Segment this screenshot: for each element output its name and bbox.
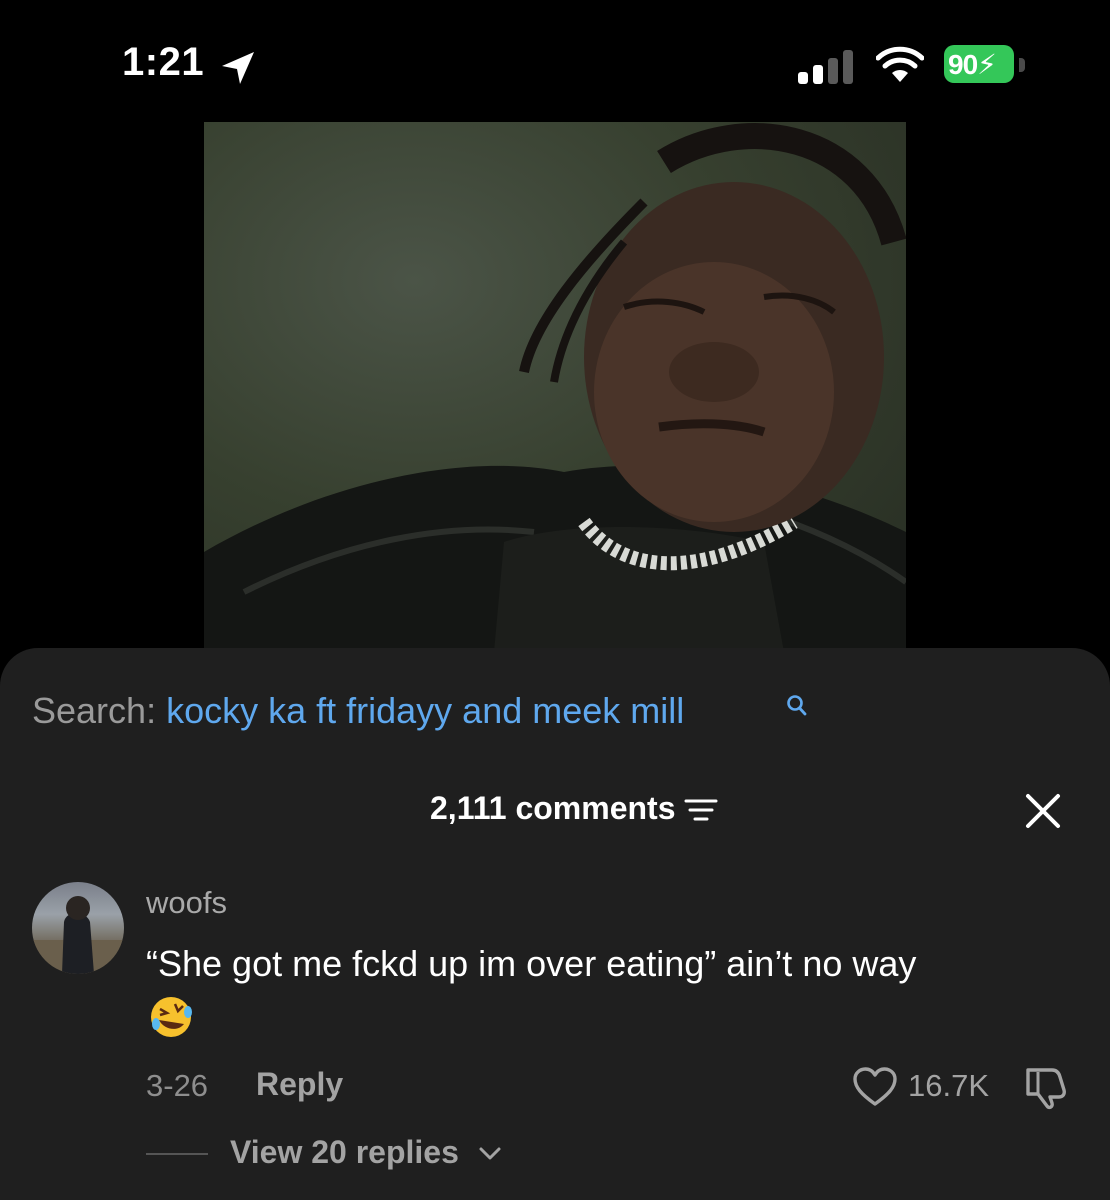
heart-icon[interactable] xyxy=(852,1066,898,1108)
emoji-face xyxy=(151,997,192,1037)
reply-button[interactable]: Reply xyxy=(256,1066,343,1103)
close-icon[interactable] xyxy=(1024,792,1062,830)
comment-text: “She got me fckd up im over eating” ain’… xyxy=(146,943,917,984)
location-arrow-icon xyxy=(222,52,254,84)
battery-indicator: 90⚡ xyxy=(944,45,1018,83)
search-suggestion[interactable]: Search: kocky ka ft fridayy and meek mil… xyxy=(32,690,684,732)
comment-username[interactable]: woofs xyxy=(146,885,227,921)
portrait-illustration xyxy=(204,123,906,652)
cellular-signal-icon xyxy=(798,50,853,84)
sort-filter-icon[interactable] xyxy=(682,797,720,825)
thumbs-down-icon[interactable] xyxy=(1022,1064,1070,1110)
search-icon[interactable] xyxy=(786,694,808,718)
status-time: 1:21 xyxy=(122,40,205,84)
battery-level: 90⚡ xyxy=(948,49,997,80)
replies-divider xyxy=(146,1153,208,1155)
rolling-laughing-emoji-icon xyxy=(148,994,194,1040)
avatar-photo xyxy=(32,896,124,974)
search-query-link[interactable]: kocky ka ft fridayy and meek mill xyxy=(166,690,684,731)
comments-count: 2,111 comments xyxy=(430,790,676,826)
comment-date: 3-26 xyxy=(146,1068,209,1103)
chevron-down-icon[interactable] xyxy=(478,1143,502,1163)
search-label: Search: xyxy=(32,690,157,731)
album-cover-image[interactable] xyxy=(204,122,906,652)
status-bar: 1:21 90⚡ xyxy=(0,0,1110,120)
battery-tip xyxy=(1019,58,1025,72)
like-count: 16.7K xyxy=(908,1068,990,1103)
wifi-icon xyxy=(876,46,924,82)
view-replies-button[interactable]: View 20 replies xyxy=(230,1134,459,1171)
avatar[interactable] xyxy=(32,882,124,974)
